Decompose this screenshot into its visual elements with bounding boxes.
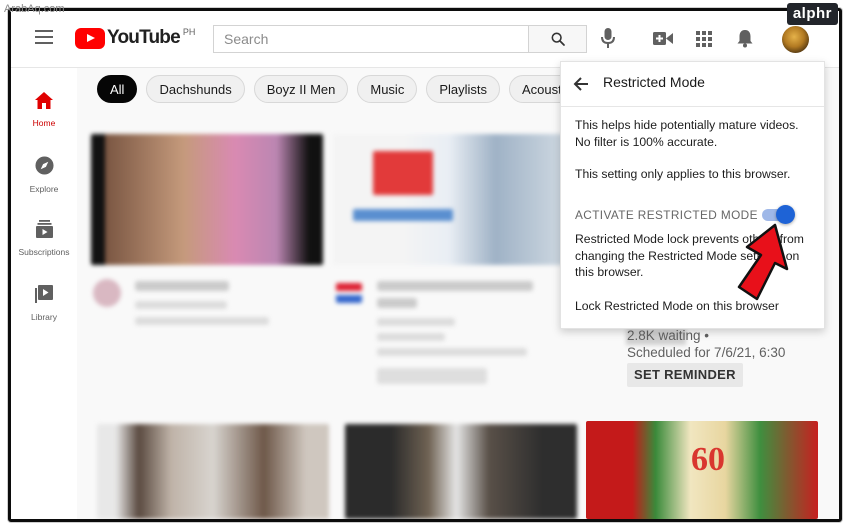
waiting-count: 2.8K waiting • <box>627 328 710 343</box>
sidebar-label-explore: Explore <box>29 184 59 194</box>
back-arrow-icon[interactable] <box>573 76 589 92</box>
home-icon <box>35 92 53 109</box>
scheduled-time: Scheduled for 7/6/21, 6:30 <box>627 345 786 360</box>
video-title-blur <box>377 298 417 308</box>
youtube-play-icon <box>75 28 105 49</box>
sidebar-label-subscriptions: Subscriptions <box>18 247 70 257</box>
live-logo-bar <box>353 209 453 221</box>
video-title-blur <box>377 281 533 291</box>
chip-playlists[interactable]: Playlists <box>426 75 501 103</box>
user-avatar[interactable] <box>782 26 809 53</box>
site-watermark: ArabAq.com <box>4 3 65 15</box>
panel-title: Restricted Mode <box>603 74 705 90</box>
compass-icon <box>34 156 54 175</box>
video-thumbnail[interactable] <box>333 134 565 265</box>
toggle-knob <box>776 205 795 224</box>
video-thumbnail[interactable] <box>97 424 329 519</box>
set-reminder-button[interactable]: SET REMINDER <box>627 363 743 387</box>
panel-description: This helps hide potentially mature video… <box>575 118 799 149</box>
video-thumbnail[interactable] <box>91 134 323 265</box>
chip-music[interactable]: Music <box>357 75 418 103</box>
menu-icon[interactable] <box>35 30 53 48</box>
panel-header: Restricted Mode <box>561 62 824 107</box>
video-channel-blur <box>135 301 227 309</box>
channel-avatar[interactable] <box>336 283 362 303</box>
video-thumbnail-number: 60 <box>691 441 725 478</box>
apps-grid-icon[interactable] <box>696 31 712 47</box>
reminder-button-blur <box>377 368 487 384</box>
chip-boyz-ii-men[interactable]: Boyz II Men <box>253 75 349 103</box>
notifications-bell-icon[interactable] <box>737 29 753 48</box>
video-stats-blur <box>135 317 269 325</box>
subscriptions-icon <box>35 220 53 238</box>
video-title-blur <box>135 281 229 291</box>
alphr-logo-badge: alphr <box>786 3 838 25</box>
video-stats-blur <box>377 348 527 356</box>
activate-restricted-label: ACTIVATE RESTRICTED MODE <box>575 208 758 222</box>
youtube-logo[interactable]: YouTube PH <box>75 27 195 51</box>
sidebar-label-home: Home <box>32 118 56 128</box>
top-header: YouTube PH <box>11 11 839 68</box>
live-logo-block <box>373 151 433 195</box>
sidebar-item-subscriptions[interactable]: Subscriptions <box>11 220 77 257</box>
video-thumbnail[interactable] <box>345 424 577 519</box>
video-stats-blur <box>377 333 445 341</box>
video-channel-blur <box>377 318 455 326</box>
create-video-icon[interactable] <box>653 31 673 46</box>
chip-all[interactable]: All <box>97 75 138 103</box>
microphone-icon[interactable] <box>601 28 615 49</box>
left-sidebar: Home Explore Subscriptions Library <box>11 68 77 519</box>
channel-avatar[interactable] <box>93 279 121 307</box>
annotation-arrow-icon <box>737 223 789 301</box>
chip-dachshunds[interactable]: Dachshunds <box>146 75 245 103</box>
sidebar-item-library[interactable]: Library <box>11 285 77 322</box>
search-input[interactable] <box>214 26 524 52</box>
country-code: PH <box>182 27 196 37</box>
browser-frame: YouTube PH Search Home Explore Subscript… <box>8 8 842 522</box>
logo-text: YouTube <box>107 27 181 48</box>
search-button[interactable] <box>529 25 587 53</box>
panel-browser-note: This setting only applies to this browse… <box>575 167 791 181</box>
search-box <box>213 25 529 53</box>
search-icon <box>551 32 565 46</box>
library-icon <box>35 285 53 303</box>
sidebar-item-home[interactable]: Home <box>11 92 77 128</box>
sidebar-item-explore[interactable]: Explore <box>11 156 77 194</box>
sidebar-label-library: Library <box>31 312 57 322</box>
